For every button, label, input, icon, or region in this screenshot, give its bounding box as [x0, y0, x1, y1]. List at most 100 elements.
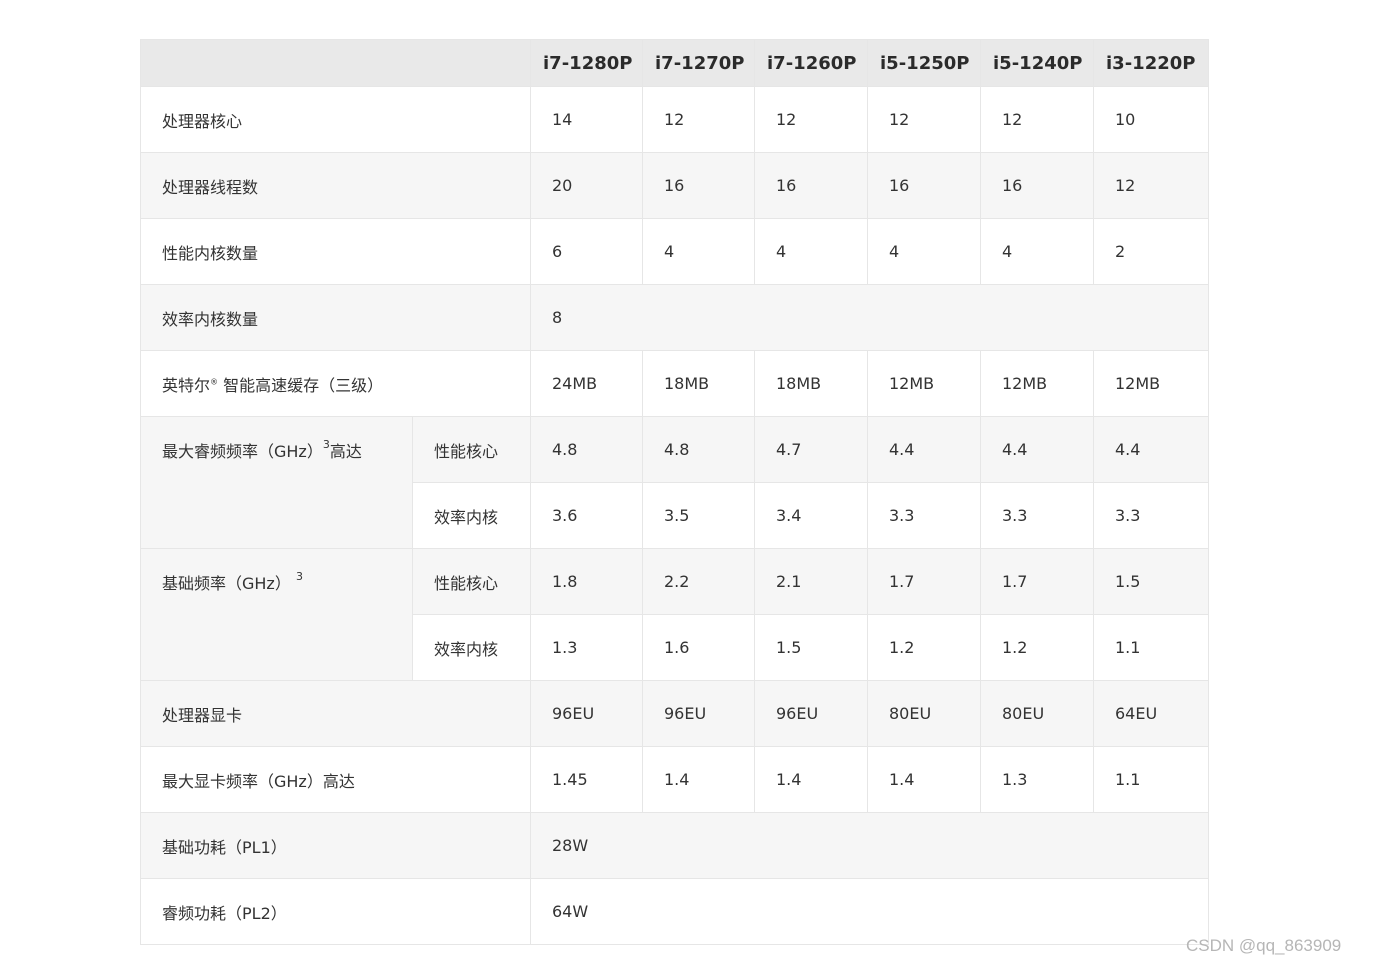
- registered-mark: ®: [210, 377, 219, 387]
- row-pcores: 性能内核数量 6 4 4 4 4 2: [140, 218, 1209, 285]
- cell: 1.2: [980, 614, 1094, 681]
- row-gpu: 处理器显卡 96EU 96EU 96EU 80EU 80EU 64EU: [140, 680, 1209, 747]
- cell: 3.3: [867, 482, 981, 549]
- cache-label-b: 智能高速缓存（三级）: [218, 375, 384, 395]
- header-cell: i3-1220P: [1093, 39, 1209, 87]
- base-label: 基础频率（GHz）: [162, 574, 291, 593]
- cell: 80EU: [980, 680, 1094, 747]
- cell: 4: [980, 218, 1094, 285]
- cell: 1.1: [1093, 614, 1209, 681]
- footnote-mark: 3: [295, 569, 303, 583]
- cell: 12: [642, 86, 755, 153]
- cell: 64EU: [1093, 680, 1209, 747]
- row-threads: 处理器线程数 20 16 16 16 16 12: [140, 152, 1209, 219]
- cell: 16: [867, 152, 981, 219]
- cell: 4: [867, 218, 981, 285]
- cache-label-a: 英特尔: [162, 375, 211, 395]
- cell-merged: 8: [530, 284, 1209, 351]
- header-row: i7-1280P i7-1270P i7-1260P i5-1250P i5-1…: [140, 39, 1209, 87]
- header-cell: i7-1280P: [530, 39, 643, 87]
- cell: 1.6: [642, 614, 755, 681]
- cell: 2.1: [754, 548, 868, 615]
- row-base-p: 基础频率（GHz） 3 性能核心 1.8 2.2 2.1 1.7 1.7 1.5: [140, 548, 1209, 681]
- header-cell: i7-1270P: [642, 39, 755, 87]
- cell: 16: [980, 152, 1094, 219]
- cell: 12MB: [867, 350, 981, 417]
- cell: 1.8: [530, 548, 643, 615]
- cell: 12: [754, 86, 868, 153]
- cell: 96EU: [530, 680, 643, 747]
- cell: 1.45: [530, 746, 643, 813]
- cell: 1.3: [980, 746, 1094, 813]
- cell-merged: 28W: [530, 812, 1209, 879]
- cell: 14: [530, 86, 643, 153]
- cell: 12: [1093, 152, 1209, 219]
- cell: 16: [754, 152, 868, 219]
- sub-label: 效率内核: [412, 614, 531, 681]
- cell: 1.4: [754, 746, 868, 813]
- cell: 4.4: [1093, 416, 1209, 483]
- row-gpufreq: 最大显卡频率（GHz）高达 1.45 1.4 1.4 1.4 1.3 1.1: [140, 746, 1209, 813]
- footnote-mark: 3: [322, 437, 330, 451]
- cell: 6: [530, 218, 643, 285]
- header-cell: i5-1240P: [980, 39, 1094, 87]
- cell: 12: [980, 86, 1094, 153]
- cell: 80EU: [867, 680, 981, 747]
- row-label: 最大显卡频率（GHz）高达: [140, 746, 531, 813]
- cell: 1.4: [642, 746, 755, 813]
- cell: 4.8: [642, 416, 755, 483]
- cell: 1.7: [867, 548, 981, 615]
- cell: 4: [642, 218, 755, 285]
- cell: 4.8: [530, 416, 643, 483]
- row-label: 性能内核数量: [140, 218, 531, 285]
- row-label: 处理器显卡: [140, 680, 531, 747]
- sub-label: 效率内核: [412, 482, 531, 549]
- row-label: 英特尔® 智能高速缓存（三级）: [140, 350, 531, 417]
- cell: 1.1: [1093, 746, 1209, 813]
- sub-label: 性能核心: [412, 416, 531, 483]
- cell: 4.4: [867, 416, 981, 483]
- cell: 20: [530, 152, 643, 219]
- spec-table: i7-1280P i7-1270P i7-1260P i5-1250P i5-1…: [140, 39, 1209, 945]
- cell: 12: [867, 86, 981, 153]
- cell: 2: [1093, 218, 1209, 285]
- row-pl2: 睿频功耗（PL2） 64W: [140, 878, 1209, 945]
- cell: 1.3: [530, 614, 643, 681]
- cell: 1.7: [980, 548, 1094, 615]
- cell: 1.4: [867, 746, 981, 813]
- cell: 18MB: [754, 350, 868, 417]
- row-label: 基础频率（GHz） 3: [140, 548, 413, 681]
- row-label: 基础功耗（PL1）: [140, 812, 531, 879]
- cell: 1.5: [1093, 548, 1209, 615]
- header-cell: i5-1250P: [867, 39, 981, 87]
- row-label: 处理器核心: [140, 86, 531, 153]
- cell: 4.7: [754, 416, 868, 483]
- cell: 96EU: [642, 680, 755, 747]
- cell: 96EU: [754, 680, 868, 747]
- cell: 3.4: [754, 482, 868, 549]
- cell: 10: [1093, 86, 1209, 153]
- cell: 3.6: [530, 482, 643, 549]
- watermark: CSDN @qq_863909: [1186, 936, 1342, 955]
- cell: 4.4: [980, 416, 1094, 483]
- cell: 3.5: [642, 482, 755, 549]
- row-cache: 英特尔® 智能高速缓存（三级） 24MB 18MB 18MB 12MB 12MB…: [140, 350, 1209, 417]
- cell: 1.2: [867, 614, 981, 681]
- cell: 24MB: [530, 350, 643, 417]
- row-label: 最大睿频频率（GHz）3高达: [140, 416, 413, 549]
- row-label: 睿频功耗（PL2）: [140, 878, 531, 945]
- cell: 16: [642, 152, 755, 219]
- cell: 12MB: [980, 350, 1094, 417]
- row-label: 处理器线程数: [140, 152, 531, 219]
- row-ecores: 效率内核数量 8: [140, 284, 1209, 351]
- turbo-label-a: 最大睿频频率（GHz）: [162, 442, 323, 461]
- cell: 12MB: [1093, 350, 1209, 417]
- turbo-label-b: 高达: [329, 442, 362, 461]
- cell: 3.3: [1093, 482, 1209, 549]
- row-pl1: 基础功耗（PL1） 28W: [140, 812, 1209, 879]
- cell: 3.3: [980, 482, 1094, 549]
- header-cell: i7-1260P: [754, 39, 868, 87]
- row-turbo-p: 最大睿频频率（GHz）3高达 性能核心 4.8 4.8 4.7 4.4 4.4 …: [140, 416, 1209, 549]
- row-label: 效率内核数量: [140, 284, 531, 351]
- sub-label: 性能核心: [412, 548, 531, 615]
